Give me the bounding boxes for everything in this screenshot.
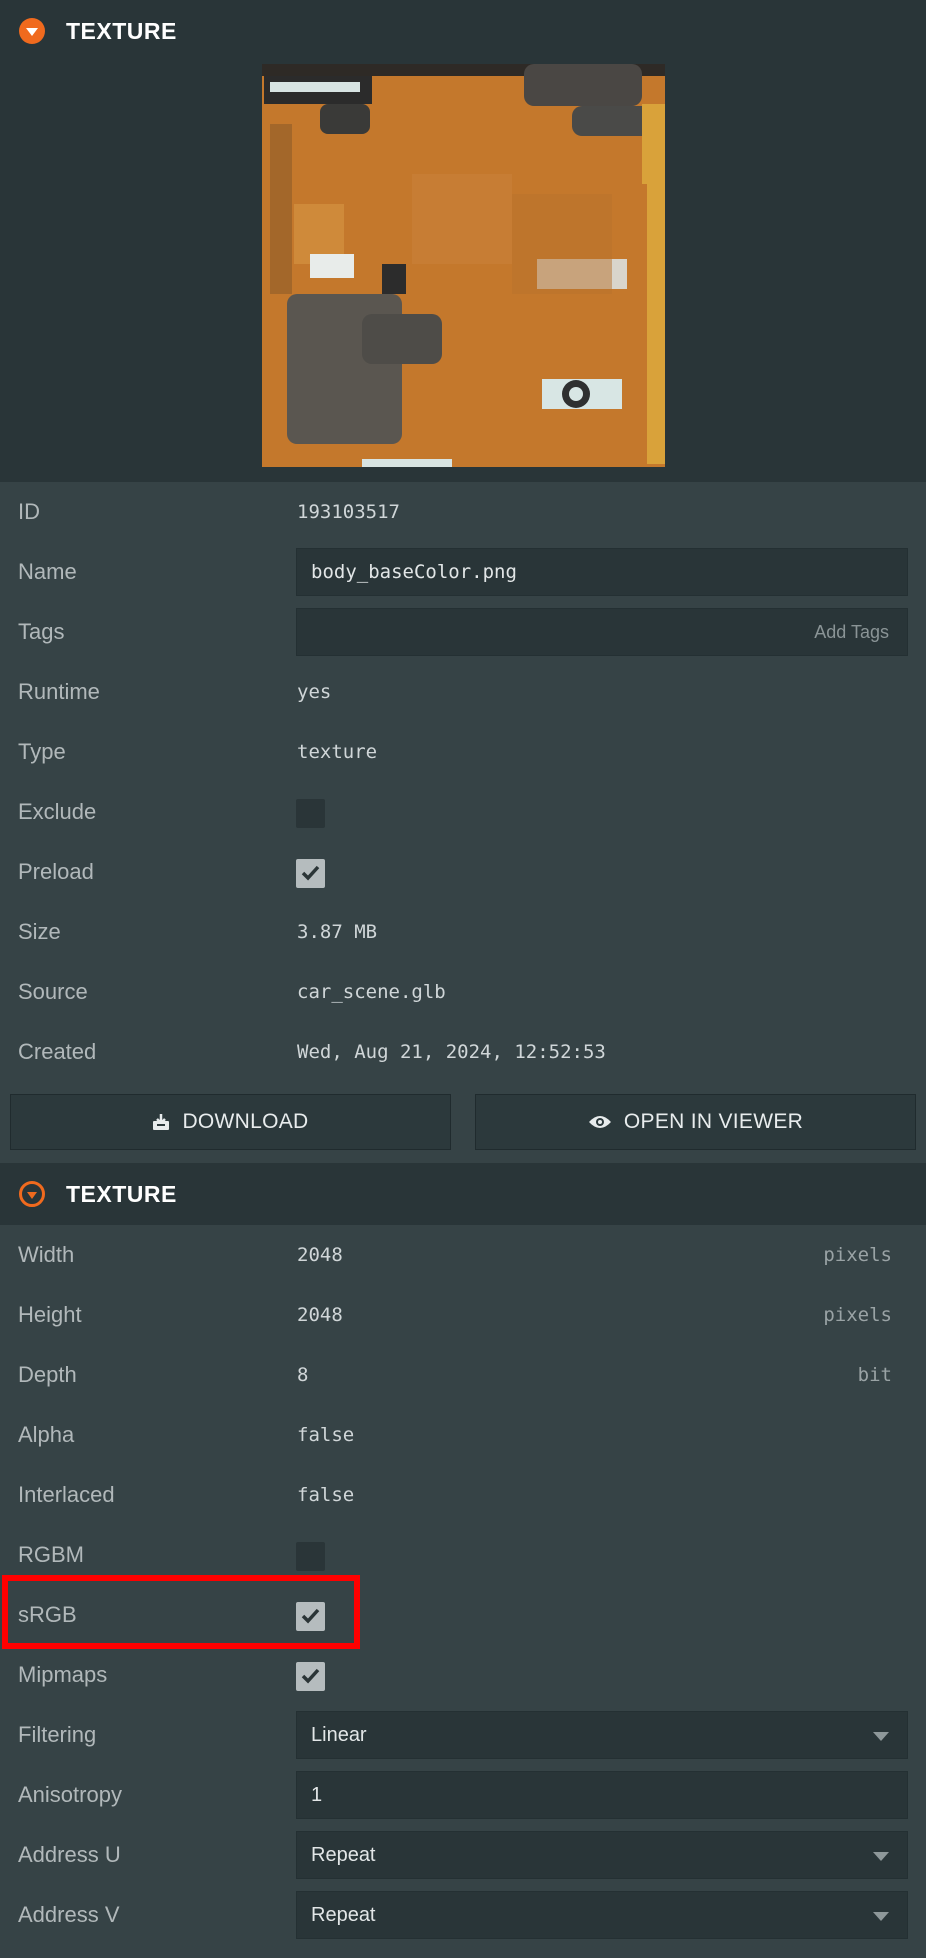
runtime-row: Runtime yes: [0, 662, 926, 722]
type-label: Type: [18, 739, 66, 764]
size-value: 3.87 MB: [297, 921, 378, 943]
size-row: Size 3.87 MB: [0, 902, 926, 962]
chevron-down-icon: [873, 1852, 889, 1861]
created-label: Created: [18, 1039, 97, 1064]
panel-title: TEXTURE: [66, 1180, 177, 1207]
preload-checkbox[interactable]: [296, 859, 325, 888]
viewer-label: OPEN IN VIEWER: [623, 1110, 804, 1133]
filtering-value: Linear: [311, 1723, 367, 1746]
id-row: ID 193103517: [0, 482, 926, 542]
address-v-select[interactable]: Repeat: [296, 1891, 908, 1939]
name-label: Name: [18, 559, 77, 584]
filtering-label: Filtering: [18, 1722, 97, 1747]
tags-row: Tags Add Tags: [0, 602, 926, 662]
height-value: 2048: [297, 1304, 343, 1326]
width-row: Width 2048 pixels: [0, 1225, 926, 1285]
name-field[interactable]: body_baseColor.png: [296, 548, 908, 596]
name-row: Name body_baseColor.png: [0, 542, 926, 602]
interlaced-label: Interlaced: [18, 1482, 115, 1507]
tags-placeholder: Add Tags: [814, 621, 889, 642]
mipmaps-checkbox[interactable]: [296, 1662, 325, 1691]
address-u-value: Repeat: [311, 1843, 376, 1866]
collapse-icon[interactable]: [19, 1181, 45, 1207]
mipmaps-label: Mipmaps: [18, 1662, 108, 1687]
address-v-row: Address V Repeat: [0, 1885, 926, 1945]
asset-panel-header[interactable]: TEXTURE: [0, 0, 926, 62]
source-row: Source car_scene.glb: [0, 962, 926, 1022]
check-icon: [301, 865, 320, 881]
panel-title: TEXTURE: [66, 17, 177, 44]
id-value: 193103517: [297, 501, 400, 523]
depth-label: Depth: [18, 1362, 77, 1387]
download-icon: [152, 1113, 170, 1131]
source-label: Source: [18, 979, 88, 1004]
chevron-down-icon: [873, 1912, 889, 1921]
exclude-checkbox[interactable]: [296, 799, 325, 828]
mipmaps-row: Mipmaps: [0, 1645, 926, 1705]
width-label: Width: [18, 1242, 75, 1267]
source-value[interactable]: car_scene.glb: [297, 981, 446, 1003]
runtime-value: yes: [297, 681, 332, 703]
width-value: 2048: [297, 1244, 343, 1266]
rgbm-label: RGBM: [18, 1542, 84, 1567]
texture-preview-area: [0, 62, 926, 482]
collapse-icon[interactable]: [19, 18, 45, 44]
depth-unit: bit: [857, 1364, 892, 1386]
alpha-value: false: [297, 1424, 355, 1446]
anisotropy-input[interactable]: 1: [296, 1771, 908, 1819]
address-v-label: Address V: [18, 1902, 120, 1927]
address-u-row: Address U Repeat: [0, 1825, 926, 1885]
created-value: Wed, Aug 21, 2024, 12:52:53: [297, 1041, 606, 1063]
address-v-value: Repeat: [311, 1903, 376, 1926]
depth-value: 8: [297, 1364, 309, 1386]
id-label: ID: [18, 499, 40, 524]
anisotropy-value: 1: [311, 1783, 323, 1806]
preload-row: Preload: [0, 842, 926, 902]
anisotropy-label: Anisotropy: [18, 1782, 122, 1807]
exclude-label: Exclude: [18, 799, 97, 824]
size-label: Size: [18, 919, 61, 944]
type-row: Type texture: [0, 722, 926, 782]
preload-label: Preload: [18, 859, 94, 884]
download-button[interactable]: DOWNLOAD: [10, 1094, 451, 1150]
depth-row: Depth 8 bit: [0, 1345, 926, 1405]
eye-icon: [588, 1114, 612, 1130]
height-unit: pixels: [823, 1304, 892, 1326]
srgb-highlight-box: [2, 1575, 360, 1649]
interlaced-row: Interlaced false: [0, 1465, 926, 1525]
address-u-label: Address U: [18, 1842, 121, 1867]
filtering-row: Filtering Linear: [0, 1705, 926, 1765]
check-icon: [301, 1668, 320, 1684]
chevron-down-icon: [873, 1732, 889, 1741]
tags-input[interactable]: Add Tags: [296, 608, 908, 656]
rgbm-checkbox[interactable]: [296, 1542, 325, 1571]
alpha-label: Alpha: [18, 1422, 75, 1447]
texture-thumbnail: [262, 64, 665, 467]
anisotropy-row: Anisotropy 1: [0, 1765, 926, 1825]
runtime-label: Runtime: [18, 679, 100, 704]
height-label: Height: [18, 1302, 82, 1327]
interlaced-value: false: [297, 1484, 355, 1506]
exclude-row: Exclude: [0, 782, 926, 842]
width-unit: pixels: [823, 1244, 892, 1266]
open-in-viewer-button[interactable]: OPEN IN VIEWER: [475, 1094, 916, 1150]
created-row: Created Wed, Aug 21, 2024, 12:52:53: [0, 1022, 926, 1082]
texture-panel-header[interactable]: TEXTURE: [0, 1163, 926, 1225]
height-row: Height 2048 pixels: [0, 1285, 926, 1345]
tags-label: Tags: [18, 619, 65, 644]
filtering-select[interactable]: Linear: [296, 1711, 908, 1759]
type-value: texture: [297, 741, 378, 763]
address-u-select[interactable]: Repeat: [296, 1831, 908, 1879]
download-label: DOWNLOAD: [182, 1110, 309, 1133]
name-field-value: body_baseColor.png: [311, 561, 517, 583]
alpha-row: Alpha false: [0, 1405, 926, 1465]
